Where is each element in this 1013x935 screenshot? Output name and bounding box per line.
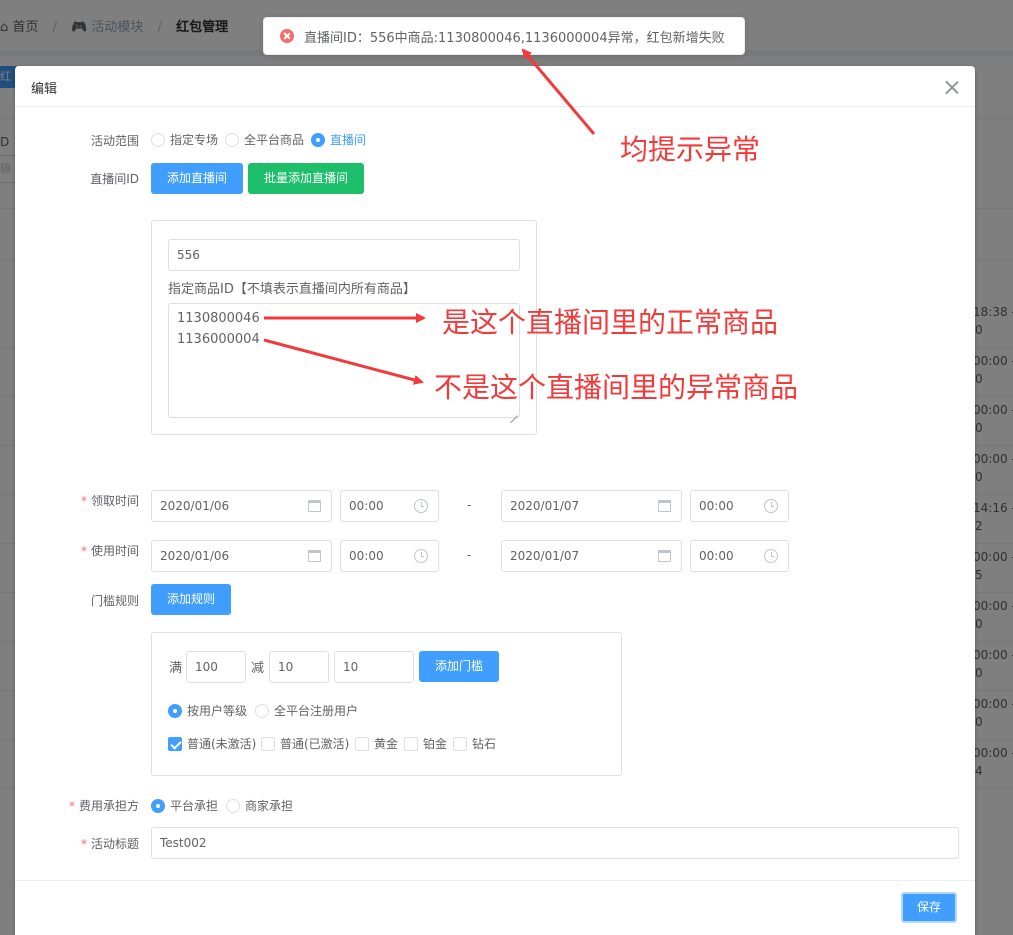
goods-id-hint: 指定商品ID【不填表示直播间内所有商品】 — [168, 282, 416, 297]
date-value: 2020/01/06 — [160, 549, 230, 563]
clock-icon — [414, 549, 428, 563]
annotation-toast-note: 均提示异常 — [620, 133, 761, 166]
radio-all-registered-users[interactable]: 全平台注册用户 — [255, 702, 358, 719]
time-value: 00:00 — [349, 549, 384, 563]
radio-label: 平台承担 — [170, 799, 219, 813]
add-rule-button[interactable]: 添加规则 — [151, 584, 231, 615]
activity-title-label: 活动标题 — [29, 835, 139, 852]
checkbox-label: 普通(已激活) — [280, 737, 350, 751]
date-value: 2020/01/06 — [160, 499, 230, 513]
radio-label: 直播间 — [330, 133, 367, 147]
live-room-id-input[interactable]: 556 — [168, 239, 520, 271]
edit-dialog: 编辑 活动范围 指定专场 全平台商品 直播间 直播间ID 添加直播间 批量添加直… — [15, 66, 975, 935]
checkbox-icon — [261, 736, 275, 751]
minus-label: 减 — [251, 661, 265, 676]
radio-circle-icon — [225, 132, 239, 147]
calendar-icon — [658, 550, 671, 562]
minus-amount-input[interactable]: 10 — [269, 651, 329, 683]
checkbox-level-diamond[interactable]: 钻石 — [453, 735, 496, 752]
calendar-icon — [308, 500, 321, 512]
resize-handle-icon[interactable] — [510, 408, 518, 416]
range-separator: - — [467, 498, 472, 512]
use-start-time[interactable]: 00:00 — [340, 540, 439, 572]
checkbox-icon — [404, 736, 418, 751]
checkbox-icon — [453, 736, 467, 751]
threshold-label: 门槛规则 — [90, 594, 139, 608]
radio-label: 按用户等级 — [187, 704, 248, 718]
receive-end-date[interactable]: 2020/01/07 — [501, 490, 682, 522]
clock-icon — [414, 499, 428, 513]
batch-add-live-room-button[interactable]: 批量添加直播间 — [248, 163, 364, 194]
annotation-normal-goods: 是这个直播间里的正常商品 — [442, 306, 779, 339]
use-end-time[interactable]: 00:00 — [690, 540, 789, 572]
close-icon[interactable] — [945, 80, 959, 94]
checkbox-label: 普通(未激活) — [187, 737, 257, 751]
receive-start-time[interactable]: 00:00 — [340, 490, 439, 522]
calendar-icon — [308, 550, 321, 562]
calendar-icon — [658, 500, 671, 512]
error-icon — [280, 29, 294, 43]
clock-icon — [764, 499, 778, 513]
radio-circle-icon — [151, 798, 165, 813]
checkbox-level-normal-active[interactable]: 普通(已激活) — [261, 735, 349, 752]
dialog-footer-divider — [15, 880, 975, 881]
time-value: 00:00 — [349, 499, 384, 513]
checkbox-icon — [168, 736, 182, 751]
radio-platform-bear[interactable]: 平台承担 — [151, 797, 218, 814]
range-separator: - — [467, 548, 472, 562]
radio-scope-platform[interactable]: 全平台商品 — [225, 131, 304, 148]
use-end-date[interactable]: 2020/01/07 — [501, 540, 682, 572]
checkbox-level-gold[interactable]: 黄金 — [355, 735, 398, 752]
live-room-id-label: 直播间ID — [90, 172, 139, 186]
activity-scope-label: 活动范围 — [90, 134, 139, 148]
dialog-title: 编辑 — [31, 82, 58, 97]
save-button[interactable]: 保存 — [901, 892, 957, 923]
radio-user-level[interactable]: 按用户等级 — [168, 702, 247, 719]
receive-start-date[interactable]: 2020/01/06 — [151, 490, 332, 522]
radio-label: 全平台商品 — [244, 133, 305, 147]
add-threshold-button[interactable]: 添加门槛 — [419, 651, 499, 682]
annotation-abnormal-goods: 不是这个直播间里的异常商品 — [434, 371, 799, 404]
date-value: 2020/01/07 — [510, 499, 580, 513]
date-value: 2020/01/07 — [510, 549, 580, 563]
radio-circle-icon — [151, 132, 165, 147]
clock-icon — [764, 549, 778, 563]
receive-end-time[interactable]: 00:00 — [690, 490, 789, 522]
toast-message: 直播间ID：556中商品:1130800046,1136000004异常，红包新… — [304, 30, 725, 46]
error-toast: 直播间ID：556中商品:1130800046,1136000004异常，红包新… — [263, 17, 745, 55]
receive-time-label: 领取时间 — [29, 492, 139, 509]
time-value: 00:00 — [699, 549, 734, 563]
use-start-date[interactable]: 2020/01/06 — [151, 540, 332, 572]
radio-circle-icon — [311, 132, 325, 147]
radio-label: 全平台注册用户 — [274, 704, 359, 718]
radio-label: 商家承担 — [245, 799, 294, 813]
full-label: 满 — [169, 661, 183, 676]
use-time-label: 使用时间 — [29, 542, 139, 559]
checkbox-level-platinum[interactable]: 铂金 — [404, 735, 447, 752]
checkbox-level-normal-inactive[interactable]: 普通(未激活) — [168, 735, 256, 752]
dialog-header-divider — [15, 106, 975, 107]
extra-amount-input[interactable]: 10 — [334, 651, 414, 683]
add-live-room-button[interactable]: 添加直播间 — [151, 163, 243, 194]
radio-scope-specified[interactable]: 指定专场 — [151, 131, 218, 148]
checkbox-label: 铂金 — [423, 737, 448, 751]
full-amount-input[interactable]: 100 — [186, 651, 246, 683]
radio-label: 指定专场 — [170, 133, 219, 147]
checkbox-label: 黄金 — [374, 737, 399, 751]
checkbox-label: 钻石 — [472, 737, 497, 751]
activity-title-input[interactable]: Test002 — [151, 827, 959, 859]
radio-merchant-bear[interactable]: 商家承担 — [226, 797, 293, 814]
radio-scope-live-room[interactable]: 直播间 — [311, 131, 366, 148]
radio-circle-icon — [168, 703, 182, 718]
checkbox-icon — [355, 736, 369, 751]
radio-circle-icon — [255, 703, 269, 718]
cost-bearer-label: 费用承担方 — [29, 797, 139, 814]
radio-circle-icon — [226, 798, 240, 813]
time-value: 00:00 — [699, 499, 734, 513]
